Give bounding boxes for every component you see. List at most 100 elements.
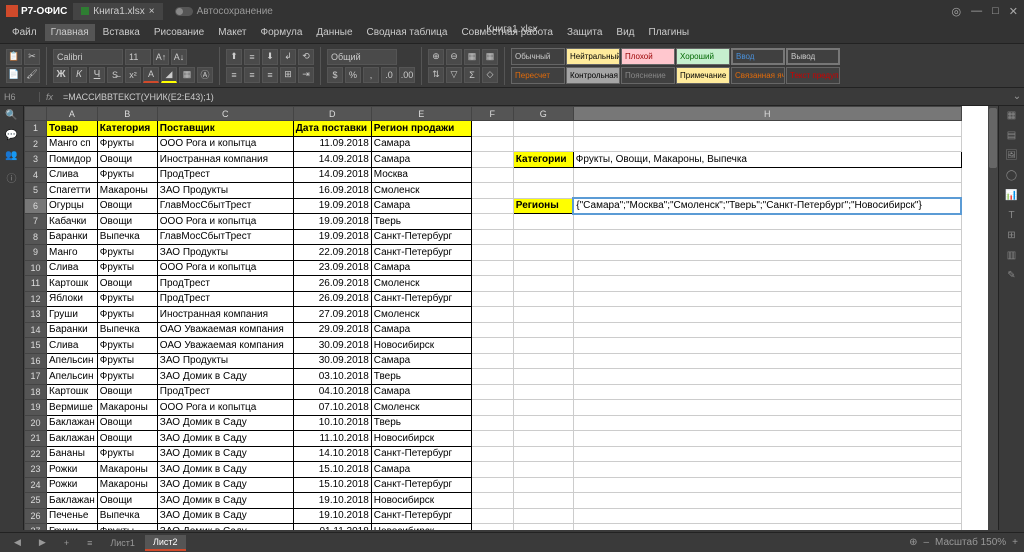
cell[interactable] — [573, 353, 961, 369]
cell[interactable] — [513, 431, 573, 447]
zoom-in-button[interactable]: + — [1012, 537, 1018, 548]
nav-right-icon[interactable]: ▶ — [31, 535, 54, 550]
cell[interactable] — [573, 431, 961, 447]
cell[interactable] — [471, 369, 513, 385]
wrap-icon[interactable]: ↲ — [280, 49, 296, 65]
cell[interactable] — [471, 167, 513, 183]
cell[interactable]: 14.10.2018 — [293, 446, 371, 462]
cell[interactable]: Баклажан — [47, 415, 98, 431]
cell[interactable] — [471, 508, 513, 524]
cell[interactable]: Фрукты — [97, 167, 157, 183]
cell[interactable] — [573, 245, 961, 261]
image-settings-icon[interactable]: 🖼 — [1005, 150, 1019, 164]
cell[interactable] — [513, 384, 573, 400]
cell[interactable] — [573, 524, 961, 531]
cell[interactable]: Категории — [513, 152, 573, 168]
cell[interactable] — [471, 400, 513, 416]
style2-4[interactable]: Связанная яч — [731, 67, 785, 84]
cell[interactable]: Товар — [47, 121, 98, 137]
borders-icon[interactable]: ▦ — [179, 67, 195, 83]
cell[interactable] — [573, 446, 961, 462]
cell[interactable] — [471, 198, 513, 214]
cell[interactable]: Выпечка — [97, 229, 157, 245]
cell[interactable]: Категория — [97, 121, 157, 137]
cell[interactable]: Новосибирск — [371, 431, 471, 447]
cell[interactable]: ЗАО Домик в Саду — [157, 415, 293, 431]
row-10[interactable]: 10 — [25, 260, 47, 276]
cell[interactable]: {"Самара";"Москва";"Смоленск";"Тверь";"С… — [573, 198, 961, 214]
row-5[interactable]: 5 — [25, 183, 47, 199]
cell[interactable]: 15.10.2018 — [293, 462, 371, 478]
cell[interactable]: ПродТрест — [157, 276, 293, 292]
cell[interactable] — [573, 121, 961, 137]
cut-icon[interactable]: ✂ — [24, 49, 40, 65]
cell[interactable]: Фрукты — [97, 369, 157, 385]
style-5[interactable]: Вывод — [786, 48, 840, 65]
cell[interactable]: Санкт-Петербург — [371, 245, 471, 261]
sum-icon[interactable]: Σ — [464, 67, 480, 83]
cell[interactable] — [513, 400, 573, 416]
cell[interactable]: Регион продажи — [371, 121, 471, 137]
comma-icon[interactable]: , — [363, 67, 379, 83]
table-icon[interactable]: ▦ — [482, 49, 498, 65]
style-0[interactable]: Обычный — [511, 48, 565, 65]
col-B[interactable]: B — [97, 107, 157, 121]
font-select[interactable]: Calibri — [53, 49, 123, 65]
cell[interactable] — [573, 183, 961, 199]
indent-icon[interactable]: ⇥ — [298, 67, 314, 83]
row-6[interactable]: 6 — [25, 198, 47, 214]
cell[interactable] — [471, 183, 513, 199]
cell[interactable]: Манго сп — [47, 136, 98, 152]
cell[interactable]: Самара — [371, 322, 471, 338]
cell[interactable] — [471, 152, 513, 168]
clear2-icon[interactable]: ◇ — [482, 67, 498, 83]
cell[interactable]: Макароны — [97, 183, 157, 199]
cell[interactable] — [513, 260, 573, 276]
text-settings-icon[interactable]: T — [1005, 210, 1019, 224]
cell[interactable] — [513, 167, 573, 183]
cell[interactable] — [573, 229, 961, 245]
nav-left-icon[interactable]: ◀ — [6, 535, 29, 550]
cell[interactable] — [471, 477, 513, 493]
cell[interactable]: Картошк — [47, 384, 98, 400]
user-icon[interactable]: ◎ — [952, 5, 962, 18]
menu-plugins[interactable]: Плагины — [643, 24, 696, 41]
cell[interactable]: Баклажан — [47, 431, 98, 447]
slicer-icon[interactable]: ▥ — [1005, 250, 1019, 264]
cell[interactable]: Вермише — [47, 400, 98, 416]
row-9[interactable]: 9 — [25, 245, 47, 261]
cell[interactable]: Самара — [371, 198, 471, 214]
cell[interactable] — [513, 291, 573, 307]
cell[interactable]: Смоленск — [371, 400, 471, 416]
cell[interactable]: ЗАО Продукты — [157, 245, 293, 261]
col-corner[interactable] — [25, 107, 47, 121]
style-3[interactable]: Хороший — [676, 48, 730, 65]
delete-cells-icon[interactable]: ⊖ — [446, 49, 462, 65]
cell[interactable]: ООО Рога и копытца — [157, 136, 293, 152]
cell[interactable]: Макароны — [97, 400, 157, 416]
cell[interactable] — [471, 229, 513, 245]
row-23[interactable]: 23 — [25, 462, 47, 478]
pivot-settings-icon[interactable]: ⊞ — [1005, 230, 1019, 244]
cell[interactable]: Помидор — [47, 152, 98, 168]
menu-formula[interactable]: Формула — [255, 24, 309, 41]
cell[interactable] — [471, 322, 513, 338]
cell[interactable] — [471, 136, 513, 152]
cell[interactable]: Самара — [371, 260, 471, 276]
close-tab-icon[interactable]: × — [149, 6, 155, 17]
cell[interactable]: Фрукты — [97, 245, 157, 261]
cell[interactable]: Слива — [47, 167, 98, 183]
menu-protect[interactable]: Защита — [561, 24, 608, 41]
cell[interactable]: Москва — [371, 167, 471, 183]
cell[interactable] — [513, 353, 573, 369]
style2-3[interactable]: Примечание — [676, 67, 730, 84]
cell[interactable]: ЗАО Домик в Саду — [157, 446, 293, 462]
style-4[interactable]: Ввод — [731, 48, 785, 65]
col-F[interactable]: F — [471, 107, 513, 121]
chat-icon[interactable]: 👥 — [5, 150, 19, 164]
search-icon[interactable]: 🔍 — [5, 110, 19, 124]
cell[interactable]: 29.09.2018 — [293, 322, 371, 338]
table-settings-icon[interactable]: ▤ — [1005, 130, 1019, 144]
menu-insert[interactable]: Вставка — [97, 24, 146, 41]
style2-2[interactable]: Пояснение — [621, 67, 675, 84]
